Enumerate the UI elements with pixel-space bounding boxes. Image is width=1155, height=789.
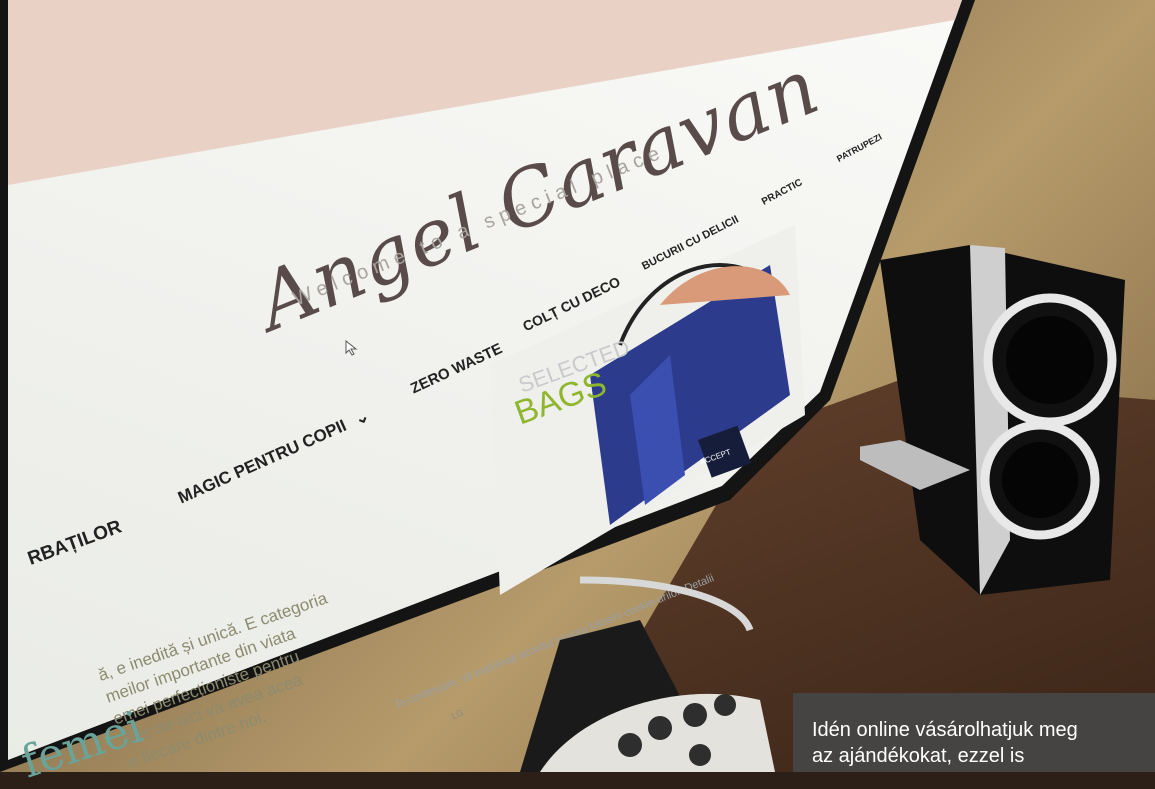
caption-line: Idén online vásárolhatjuk meg: [812, 719, 1078, 741]
caption-line: az ajándékokat, ezzel is: [812, 745, 1025, 767]
photo-caption: Idén online vásárolhatjuk meg az ajándék…: [793, 693, 1155, 772]
mouse-cursor-icon: [345, 340, 358, 356]
speaker: [860, 245, 1125, 595]
selected-bags-banner[interactable]: SELECTED BAGS ACCEPT: [470, 225, 810, 595]
monitor-stand-and-remote: [520, 576, 775, 772]
